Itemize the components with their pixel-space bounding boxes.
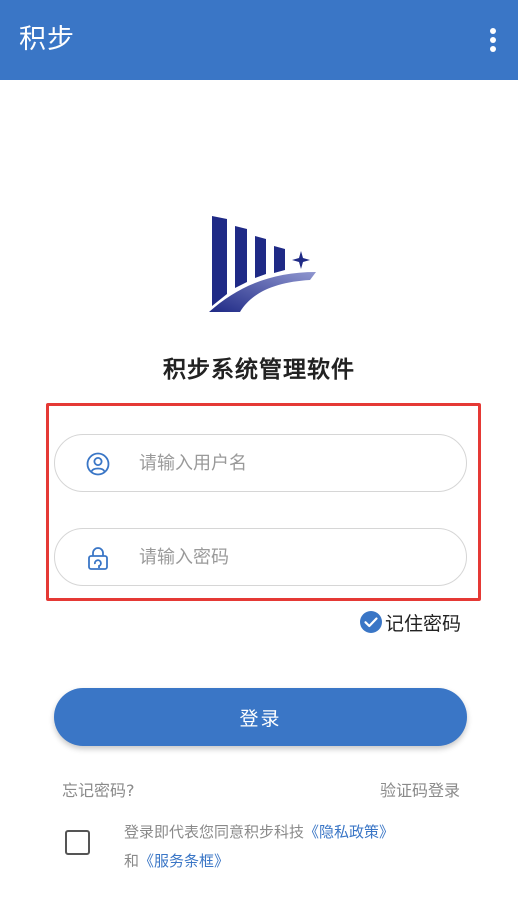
app-bar: 积步 [0, 0, 518, 80]
more-vert-icon [490, 28, 496, 52]
login-button[interactable]: 登录 [54, 688, 467, 746]
agreement-prefix: 登录即代表您同意积步科技 [124, 823, 305, 841]
terms-of-service-link[interactable]: 《服务条框》 [139, 852, 229, 870]
check-circle-icon[interactable] [360, 611, 382, 633]
forgot-password-link[interactable]: 忘记密码? [62, 777, 135, 801]
username-input[interactable] [139, 445, 439, 481]
remember-password-toggle[interactable]: 记住密码 [360, 608, 461, 636]
app-name: 积步系统管理软件 [163, 357, 355, 383]
app-bar-title: 积步 [19, 24, 75, 55]
password-input[interactable] [139, 539, 439, 575]
password-field[interactable] [54, 528, 467, 586]
privacy-policy-link[interactable]: 《隐私政策》 [304, 823, 394, 841]
agreement-text: 登录即代表您同意积步科技《隐私政策》和《服务条框》 [124, 818, 469, 876]
app-logo [209, 216, 316, 312]
agreement-conjunction: 和 [124, 852, 140, 870]
sms-login-link[interactable]: 验证码登录 [380, 777, 460, 801]
username-field[interactable] [54, 434, 467, 492]
more-menu-button[interactable] [476, 24, 510, 56]
remember-password-label: 记住密码 [385, 612, 462, 635]
lock-icon [88, 547, 108, 570]
agreement-checkbox[interactable] [65, 830, 90, 855]
user-circle-icon [86, 452, 110, 476]
